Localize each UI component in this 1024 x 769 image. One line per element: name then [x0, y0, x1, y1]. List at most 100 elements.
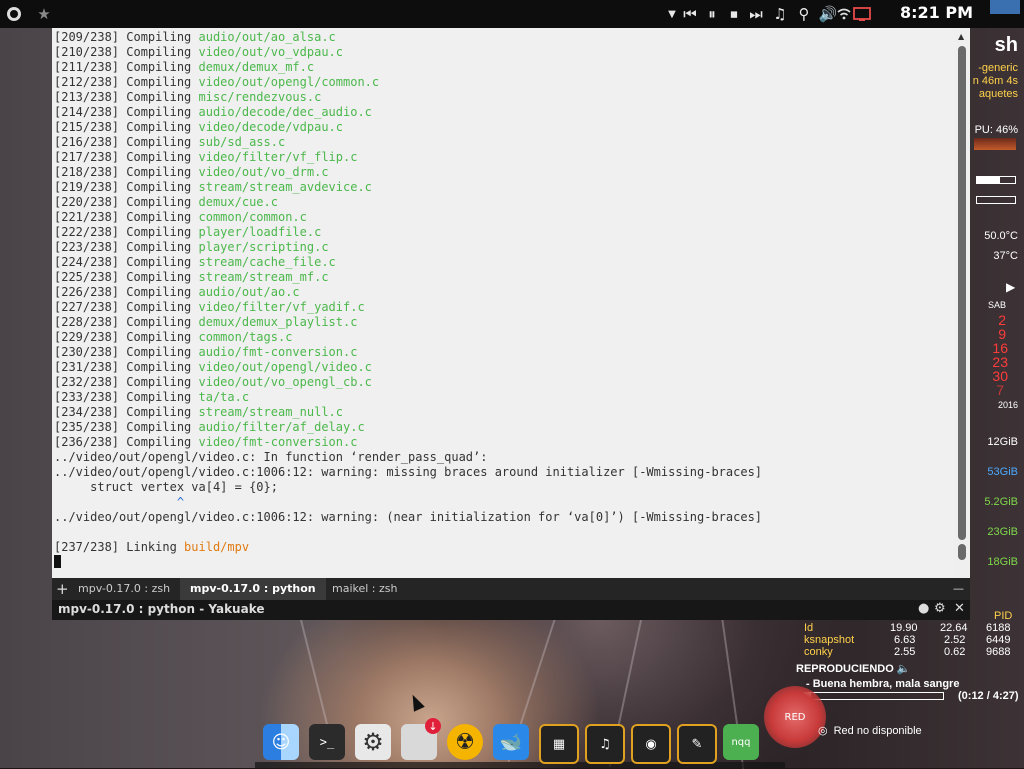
- tab-mpv-zsh[interactable]: mpv-0.17.0 : zsh: [68, 578, 180, 600]
- disk-4: 23GiB: [987, 526, 1018, 538]
- next-icon[interactable]: ⏭: [746, 4, 766, 24]
- music-track: - Buena hembra, mala sangre: [806, 678, 960, 690]
- downloader-icon[interactable]: ↓: [401, 718, 441, 760]
- music-header: REPRODUCIENDO 🔈: [796, 663, 911, 675]
- terminal-line: [213/238] Compiling misc/rendezvous.c: [54, 90, 322, 104]
- browsers-grid-icon[interactable]: ◉: [631, 724, 671, 764]
- speaker-icon: 🔈: [896, 663, 911, 675]
- settings-icon[interactable]: ⚙: [355, 724, 391, 760]
- process-header-pid: PID: [994, 610, 1013, 622]
- calendar-arrow-icon[interactable]: ▶: [1006, 280, 1015, 294]
- disk-2: 53GiB: [987, 466, 1018, 478]
- terminal-line: [218/238] Compiling video/out/vo_drm.c: [54, 165, 329, 179]
- network-icon[interactable]: ⚲: [794, 4, 814, 24]
- terminal-line: [226/238] Compiling audio/out/ao.c: [54, 285, 300, 299]
- cpu-graph: [974, 138, 1016, 150]
- terminal-line: [220/238] Compiling demux/cue.c: [54, 195, 278, 209]
- terminal-line: [222/238] Compiling player/loadfile.c: [54, 225, 322, 239]
- scroll-down-handle[interactable]: [958, 544, 966, 560]
- tools-grid-icon[interactable]: ✎: [677, 724, 717, 764]
- close-tab-icon[interactable]: —: [953, 578, 964, 600]
- terminal-line: [221/238] Compiling common/common.c: [54, 210, 307, 224]
- media-grid-icon[interactable]: ♫: [585, 724, 625, 764]
- apps-icon[interactable]: [4, 4, 24, 24]
- whale-icon[interactable]: 🐋: [493, 724, 529, 760]
- conky-uptime: n 46m 4s: [972, 75, 1018, 87]
- terminal-line: [217/238] Compiling video/filter/vf_flip…: [54, 150, 358, 164]
- terminal-line: [231/238] Compiling video/out/opengl/vid…: [54, 360, 372, 374]
- dock: ☺ >_ ⚙ ↓ ☢ 🐋 ▦ ♫ ◉ ✎ nqq: [255, 718, 785, 768]
- radiation-icon[interactable]: ☢: [447, 724, 483, 760]
- terminal-icon[interactable]: >_: [309, 724, 345, 760]
- conky-temp1: 50.0°C: [984, 230, 1018, 242]
- top-panel: ★ ▼ ⏮ ⏸ ⏹ ⏭ ♫ ⚲ 🔊 8:21 PM: [0, 0, 1024, 28]
- terminal-scrollbar[interactable]: ▲: [954, 28, 970, 578]
- conky-sidebar: sh -generic n 46m 4s aquetes PU: 46% 50.…: [968, 28, 1024, 588]
- conky-bottom-panel: PID Id 19.90 22.64 6188 ksnapshot 6.63 2…: [796, 610, 1019, 702]
- terminal-line: [211/238] Compiling demux/demux_mf.c: [54, 60, 315, 74]
- conky-shell: sh: [994, 34, 1018, 56]
- star-icon[interactable]: ★: [34, 4, 54, 24]
- terminal-line: [227/238] Compiling video/filter/vf_yadi…: [54, 300, 365, 314]
- scroll-thumb[interactable]: [958, 46, 966, 540]
- conky-kernel: -generic: [978, 62, 1018, 74]
- terminal-line: ../video/out/opengl/video.c:1006:12: war…: [54, 465, 763, 479]
- panel-edge-icon: [990, 0, 1020, 14]
- scroll-up-icon[interactable]: ▲: [958, 32, 964, 41]
- prev-icon[interactable]: ⏮: [680, 4, 700, 24]
- conky-cpu: PU: 46%: [974, 124, 1018, 136]
- stop-icon[interactable]: ⏹: [724, 4, 744, 24]
- wifi-icon[interactable]: [834, 4, 854, 24]
- clock[interactable]: 8:21 PM: [900, 3, 973, 22]
- music-icon[interactable]: ♫: [770, 4, 790, 24]
- window-title: mpv-0.17.0 : python - Yakuake: [58, 602, 265, 616]
- tab-bar: + mpv-0.17.0 : zsh mpv-0.17.0 : python m…: [52, 578, 970, 600]
- calendar-day-header: SAB: [987, 300, 1006, 310]
- terminal-line: [228/238] Compiling demux/demux_playlist…: [54, 315, 358, 329]
- terminal-line: struct vertex va[4] = {0};: [54, 480, 278, 494]
- terminal-cursor: [54, 555, 61, 568]
- terminal-line: ../video/out/opengl/video.c: In function…: [54, 450, 488, 464]
- terminal-line: [210/238] Compiling video/out/vo_vdpau.c: [54, 45, 343, 59]
- screen-icon[interactable]: [852, 4, 872, 24]
- ram-bar: [976, 176, 1016, 184]
- terminal-output[interactable]: [209/238] Compiling audio/out/ao_alsa.c[…: [52, 28, 954, 578]
- terminal-line: [219/238] Compiling stream/stream_avdevi…: [54, 180, 372, 194]
- conky-temp2: 37°C: [993, 250, 1018, 262]
- yakuake-window[interactable]: [209/238] Compiling audio/out/ao_alsa.c[…: [52, 28, 970, 620]
- terminal-line: [233/238] Compiling ta/ta.c: [54, 390, 250, 404]
- pause-icon[interactable]: ⏸: [702, 4, 722, 24]
- menu-arrow-icon[interactable]: ▼: [662, 4, 682, 24]
- finder-icon[interactable]: ☺: [263, 724, 299, 760]
- music-progress[interactable]: [804, 692, 944, 700]
- terminal-line: [214/238] Compiling audio/decode/dec_aud…: [54, 105, 372, 119]
- terminal-line: [234/238] Compiling stream/stream_null.c: [54, 405, 343, 419]
- apps-grid-icon[interactable]: ▦: [539, 724, 579, 764]
- nqq-icon[interactable]: nqq: [723, 724, 759, 760]
- terminal-line: [232/238] Compiling video/out/vo_opengl_…: [54, 375, 372, 389]
- terminal-line: [209/238] Compiling audio/out/ao_alsa.c: [54, 30, 336, 44]
- add-tab-icon[interactable]: +: [56, 578, 69, 600]
- swap-bar: [976, 196, 1016, 204]
- disk-1: 12GiB: [987, 436, 1018, 448]
- conky-packages: aquetes: [978, 88, 1018, 100]
- terminal-line: [237/238] Linking build/mpv: [54, 540, 250, 554]
- calendar-day: 7: [996, 382, 1004, 398]
- calendar-year: 2016: [997, 400, 1018, 410]
- disk-3: 5.2GiB: [984, 496, 1018, 508]
- network-badge[interactable]: RED: [764, 686, 826, 748]
- terminal-line: [216/238] Compiling sub/sd_ass.c: [54, 135, 286, 149]
- disk-5: 18GiB: [987, 556, 1018, 568]
- terminal-line: [235/238] Compiling audio/filter/af_dela…: [54, 420, 365, 434]
- terminal-line: ../video/out/opengl/video.c:1006:12: war…: [54, 510, 763, 524]
- terminal-line: [225/238] Compiling stream/stream_mf.c: [54, 270, 329, 284]
- terminal-line: [223/238] Compiling player/scripting.c: [54, 240, 329, 254]
- tab-maikel-zsh[interactable]: maikel : zsh: [322, 578, 408, 600]
- tab-mpv-python[interactable]: mpv-0.17.0 : python: [180, 578, 326, 600]
- terminal-line: [230/238] Compiling audio/fmt-conversion…: [54, 345, 358, 359]
- network-status: ◎ Red no disponible: [818, 725, 922, 737]
- network-status-icon: ◎: [818, 725, 828, 737]
- terminal-line: [229/238] Compiling common/tags.c: [54, 330, 293, 344]
- terminal-line: [236/238] Compiling video/fmt-conversion…: [54, 435, 358, 449]
- terminal-line: [224/238] Compiling stream/cache_file.c: [54, 255, 336, 269]
